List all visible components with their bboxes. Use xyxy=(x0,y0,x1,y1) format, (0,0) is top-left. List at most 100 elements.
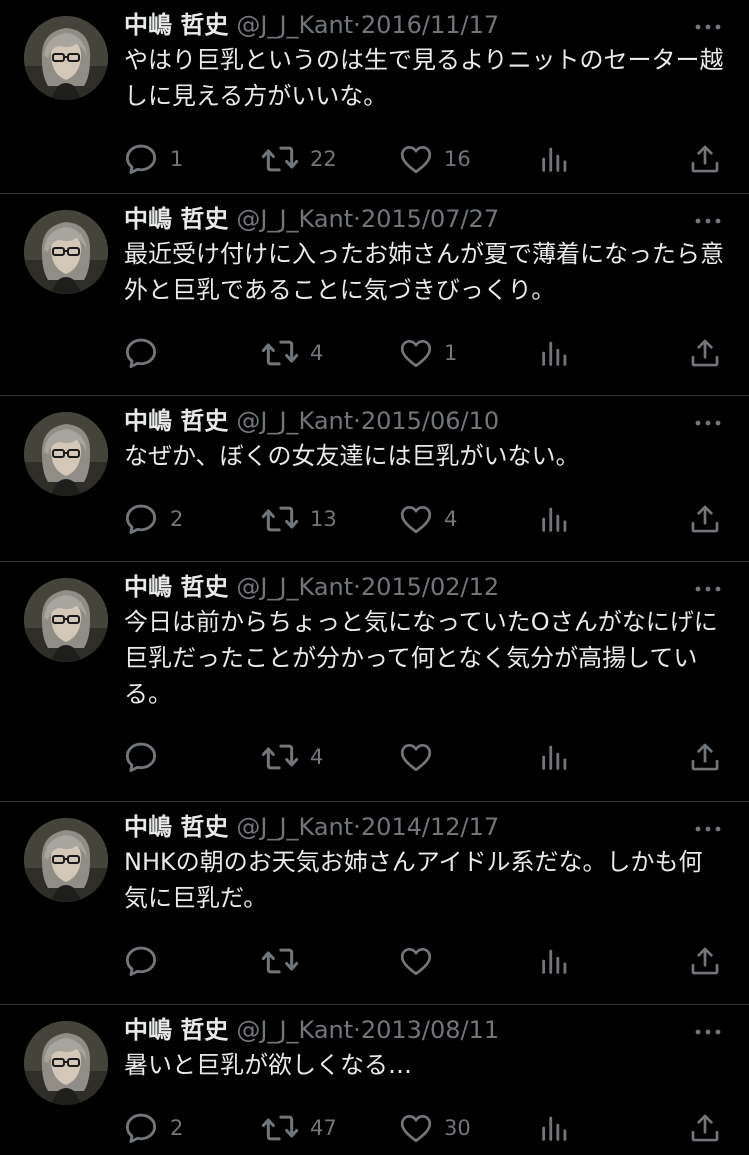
like-button[interactable] xyxy=(398,944,444,978)
user-handle[interactable]: @J_J_Kant xyxy=(236,407,353,435)
bar-chart-icon xyxy=(538,740,572,774)
reply-button[interactable]: 2 xyxy=(122,502,183,536)
separator-dot: · xyxy=(353,573,361,601)
views-button[interactable] xyxy=(538,336,572,370)
views-button[interactable] xyxy=(538,502,572,536)
user-handle[interactable]: @J_J_Kant xyxy=(236,205,353,233)
tweet-date[interactable]: 2015/07/27 xyxy=(361,205,499,233)
share-upload-icon xyxy=(688,740,722,774)
like-button[interactable]: 4 xyxy=(398,502,457,536)
more-dots-icon[interactable] xyxy=(692,1022,724,1042)
retweet-arrows-icon xyxy=(260,139,300,179)
avatar[interactable] xyxy=(24,412,108,496)
like-button[interactable] xyxy=(398,740,444,774)
display-name[interactable]: 中嶋 哲史 xyxy=(124,1016,228,1044)
avatar[interactable] xyxy=(24,1021,108,1105)
share-button[interactable] xyxy=(688,740,722,774)
bar-chart-icon xyxy=(538,944,572,978)
reply-button[interactable] xyxy=(122,740,170,774)
more-dots-icon[interactable] xyxy=(692,819,724,839)
more-dots-icon[interactable] xyxy=(692,579,724,599)
retweets-count: 13 xyxy=(310,507,337,531)
retweets-count: 4 xyxy=(310,341,324,365)
user-handle[interactable]: @J_J_Kant xyxy=(236,573,353,601)
like-button[interactable]: 1 xyxy=(398,336,457,370)
tweet[interactable]: 中嶋 哲史 @J_J_Kant·2015/02/12 今日は前からちょっと気になって… xyxy=(0,562,749,802)
more-dots-icon[interactable] xyxy=(692,413,724,433)
avatar[interactable] xyxy=(24,578,108,662)
user-handle[interactable]: @J_J_Kant xyxy=(236,813,353,841)
tweet-actions: 4 xyxy=(122,740,732,774)
more-dots-icon[interactable] xyxy=(692,17,724,37)
heart-icon xyxy=(398,501,434,537)
replies-count: 2 xyxy=(170,507,184,531)
avatar[interactable] xyxy=(24,818,108,902)
user-handle[interactable]: @J_J_Kant xyxy=(236,11,353,39)
bar-chart-icon xyxy=(538,336,572,370)
share-upload-icon xyxy=(688,502,722,536)
tweet-date[interactable]: 2015/06/10 xyxy=(361,407,499,435)
share-button[interactable] xyxy=(688,1111,722,1145)
retweet-button[interactable]: 4 xyxy=(260,740,323,774)
tweet[interactable]: 中嶋 哲史 @J_J_Kant·2013/08/11 暑いと巨乳が欲しくなる… 2 47… xyxy=(0,1005,749,1155)
views-button[interactable] xyxy=(538,142,572,176)
tweet-text: 暑いと巨乳が欲しくなる… xyxy=(124,1051,412,1079)
tweet-header: 中嶋 哲史 @J_J_Kant·2015/02/12 xyxy=(124,570,499,604)
retweet-button[interactable] xyxy=(260,944,310,978)
share-button[interactable] xyxy=(688,502,722,536)
reply-button[interactable] xyxy=(122,336,170,370)
reply-button[interactable]: 1 xyxy=(122,142,183,176)
tweet-actions: 1 22 16 xyxy=(122,142,732,176)
avatar[interactable] xyxy=(24,16,108,100)
more-dots-icon[interactable] xyxy=(692,211,724,231)
views-button[interactable] xyxy=(538,944,572,978)
separator-dot: · xyxy=(353,11,361,39)
display-name[interactable]: 中嶋 哲史 xyxy=(124,407,228,435)
retweet-arrows-icon xyxy=(260,1108,300,1148)
replies-count: 1 xyxy=(170,147,184,171)
display-name[interactable]: 中嶋 哲史 xyxy=(124,573,228,601)
retweet-button[interactable]: 47 xyxy=(260,1111,337,1145)
reply-button[interactable]: 2 xyxy=(122,1111,183,1145)
likes-count: 30 xyxy=(444,1116,471,1140)
avatar[interactable] xyxy=(24,210,108,294)
retweet-button[interactable]: 4 xyxy=(260,336,323,370)
display-name[interactable]: 中嶋 哲史 xyxy=(124,205,228,233)
retweet-button[interactable]: 13 xyxy=(260,502,337,536)
user-handle[interactable]: @J_J_Kant xyxy=(236,1016,353,1044)
tweet-date[interactable]: 2015/02/12 xyxy=(361,573,499,601)
heart-icon xyxy=(398,1110,434,1146)
share-upload-icon xyxy=(688,944,722,978)
share-upload-icon xyxy=(688,1111,722,1145)
display-name[interactable]: 中嶋 哲史 xyxy=(124,11,228,39)
tweet-date[interactable]: 2016/11/17 xyxy=(361,11,499,39)
retweet-button[interactable]: 22 xyxy=(260,142,337,176)
retweet-arrows-icon xyxy=(260,941,300,981)
tweet[interactable]: 中嶋 哲史 @J_J_Kant·2016/11/17 やはり巨乳というのは生で見るよ… xyxy=(0,0,749,194)
tweet-date[interactable]: 2014/12/17 xyxy=(361,813,499,841)
speech-bubble-icon xyxy=(122,738,160,776)
tweet-actions: 2 13 4 xyxy=(122,502,732,536)
reply-button[interactable] xyxy=(122,944,170,978)
tweet[interactable]: 中嶋 哲史 @J_J_Kant·2015/07/27 最近受け付けに入ったお姉さんが… xyxy=(0,194,749,396)
likes-count: 16 xyxy=(444,147,471,171)
share-button[interactable] xyxy=(688,944,722,978)
speech-bubble-icon xyxy=(122,1109,160,1147)
tweet[interactable]: 中嶋 哲史 @J_J_Kant·2015/06/10 なぜか、ぼくの女友達には巨乳が… xyxy=(0,396,749,562)
display-name[interactable]: 中嶋 哲史 xyxy=(124,813,228,841)
tweet-header: 中嶋 哲史 @J_J_Kant·2015/06/10 xyxy=(124,404,499,438)
speech-bubble-icon xyxy=(122,140,160,178)
tweet[interactable]: 中嶋 哲史 @J_J_Kant·2014/12/17 NHKの朝のお天気お姉さんアイ… xyxy=(0,802,749,1005)
replies-count: 2 xyxy=(170,1116,184,1140)
speech-bubble-icon xyxy=(122,942,160,980)
views-button[interactable] xyxy=(538,740,572,774)
share-button[interactable] xyxy=(688,336,722,370)
likes-count: 1 xyxy=(444,341,458,365)
like-button[interactable]: 30 xyxy=(398,1111,471,1145)
tweet-date[interactable]: 2013/08/11 xyxy=(361,1016,499,1044)
like-button[interactable]: 16 xyxy=(398,142,471,176)
share-button[interactable] xyxy=(688,142,722,176)
heart-icon xyxy=(398,943,434,979)
views-button[interactable] xyxy=(538,1111,572,1145)
bar-chart-icon xyxy=(538,1111,572,1145)
